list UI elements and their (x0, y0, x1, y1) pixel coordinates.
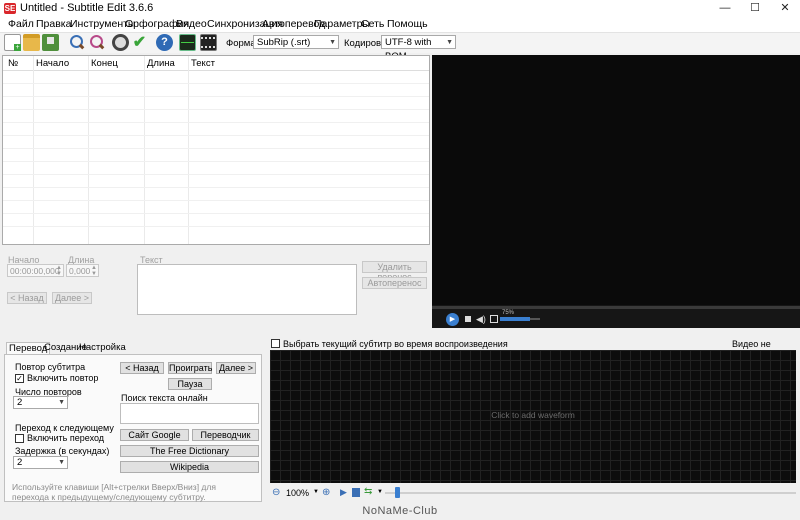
volume-percent: 75% (502, 310, 515, 316)
tab-settings[interactable]: Настройка (77, 342, 128, 354)
auto-break-button[interactable]: Автоперенос (362, 277, 427, 289)
video-seek-bar[interactable] (432, 306, 800, 309)
fullscreen-icon[interactable] (490, 315, 498, 323)
repeat-checkbox[interactable]: ✓ (15, 374, 24, 383)
open-folder-icon[interactable] (23, 34, 40, 51)
google-search-button[interactable]: Сайт Google (120, 429, 189, 441)
menu-help[interactable]: Помощь (387, 18, 428, 30)
column-duration[interactable]: Длина (147, 58, 175, 69)
search-online-input[interactable] (120, 403, 259, 424)
select-current-checkbox[interactable] (271, 339, 280, 348)
chevron-down-icon: ▼ (446, 39, 453, 46)
help-icon[interactable]: ? (156, 34, 173, 51)
duration-field[interactable]: 0,000 ▲ ▼ (66, 264, 99, 277)
select-current-label: Выбрать текущий субтитр во время воспрои… (283, 339, 508, 349)
video-controls: ▶ ◀) 75% (432, 305, 800, 328)
next-group-label: Переход к следующему (15, 423, 114, 433)
spinner-arrows-icon[interactable]: ▲ ▼ (91, 265, 97, 277)
play-selection-icon[interactable]: ▶ (340, 487, 347, 498)
encoding-select[interactable]: UTF-8 with BOM ▼ (381, 35, 456, 62)
delay-value: 2 (17, 457, 23, 468)
grid-icon[interactable] (352, 488, 360, 497)
title-bar: SE Untitled - Subtitle Edit 3.6.6 — ☐ ✕ (0, 0, 800, 17)
repeat-count-value: 2 (17, 397, 23, 408)
delay-label: Задержка (в секундах) (15, 446, 110, 456)
toolbar: + ✔ ? Формат SubRip (.srt) ▼ Кодировка U… (0, 33, 800, 62)
subtitle-list[interactable]: № Начало Конец Длина Текст (2, 55, 430, 245)
column-end[interactable]: Конец (91, 58, 118, 69)
replace-icon[interactable] (88, 34, 105, 51)
subtitle-text-input[interactable] (137, 264, 357, 315)
menu-bar: Файл Правка Инструменты Орфография Видео… (0, 17, 800, 33)
repeat-group-label: Повтор субтитра (15, 362, 86, 372)
status-bar: NoNaMe-Club (0, 505, 800, 520)
waveform-position-slider[interactable] (385, 487, 796, 498)
menu-edit[interactable]: Правка (36, 18, 71, 30)
zoom-in-icon[interactable]: ⊕ (322, 487, 330, 498)
translate-play-button[interactable]: Проиграть (168, 362, 212, 374)
search-online-label: Поиск текста онлайн (121, 393, 208, 403)
spinner-arrows-icon[interactable]: ▲ ▼ (56, 265, 62, 277)
chevron-down-icon[interactable]: ▼ (313, 489, 319, 495)
stop-icon[interactable] (465, 316, 471, 322)
slider-thumb[interactable] (395, 487, 400, 498)
delay-select[interactable]: 2 ▼ (13, 456, 68, 469)
window-title: Untitled - Subtitle Edit 3.6.6 (20, 2, 154, 14)
menu-video[interactable]: Видео (176, 18, 207, 30)
google-translate-button[interactable]: Переводчик (192, 429, 259, 441)
repeat-count-select[interactable]: 2 ▼ (13, 396, 68, 409)
maximize-button[interactable]: ☐ (740, 0, 770, 17)
free-dictionary-button[interactable]: The Free Dictionary (120, 445, 259, 457)
video-player[interactable] (432, 55, 800, 305)
waveform-toggle-icon[interactable] (179, 34, 196, 51)
remove-line-break-button[interactable]: Удалить перенос (362, 261, 427, 282)
save-icon[interactable] (42, 34, 59, 51)
repeat-checkbox-label: Включить повтор (27, 373, 99, 383)
duration-value: 0,000 (69, 266, 91, 276)
chevron-down-icon: ▼ (329, 39, 336, 46)
minimize-button[interactable]: — (710, 0, 740, 17)
column-start[interactable]: Начало (36, 58, 69, 69)
format-select-value: SubRip (.srt) (257, 37, 311, 48)
keyboard-hint: Используйте клавиши [Alt+стрелки Вверх/В… (12, 482, 216, 502)
next-subtitle-button[interactable]: Далее > (52, 292, 92, 304)
subtitle-list-header: № Начало Конец Длина Текст (3, 56, 429, 71)
menu-file[interactable]: Файл (8, 18, 34, 30)
new-file-icon[interactable]: + (4, 34, 21, 51)
video-toggle-icon[interactable] (200, 34, 217, 51)
watermark: NoNaMe-Club (362, 505, 438, 517)
find-icon[interactable] (68, 34, 85, 51)
translate-pause-button[interactable]: Пауза (168, 378, 212, 390)
next-checkbox[interactable] (15, 434, 24, 443)
next-checkbox-label: Включить переход (27, 433, 105, 443)
start-time-field[interactable]: 00:00:00,000 ▲ ▼ (7, 264, 64, 277)
volume-slider[interactable] (500, 317, 540, 321)
volume-icon[interactable]: ◀) (476, 314, 486, 325)
translate-forward-button[interactable]: Далее > (216, 362, 256, 374)
start-time-value: 00:00:00,000 (10, 266, 60, 276)
zoom-level: 100% (286, 488, 310, 498)
play-icon[interactable]: ▶ (446, 313, 459, 326)
format-select[interactable]: SubRip (.srt) ▼ (253, 35, 339, 49)
chevron-down-icon[interactable]: ▼ (377, 489, 383, 495)
translate-back-button[interactable]: < Назад (120, 362, 164, 374)
prev-subtitle-button[interactable]: < Назад (7, 292, 47, 304)
wikipedia-button[interactable]: Wikipedia (120, 461, 259, 473)
chevron-down-icon: ▼ (58, 459, 65, 466)
arrows-icon[interactable]: ⇆ (364, 486, 372, 497)
zoom-out-icon[interactable]: ⊖ (272, 487, 280, 498)
column-text[interactable]: Текст (191, 58, 215, 69)
close-button[interactable]: ✕ (770, 0, 800, 17)
menu-network[interactable]: Сеть (361, 18, 384, 30)
app-logo-icon: SE (4, 3, 16, 14)
waveform-area[interactable]: Click to add waveform (270, 350, 796, 483)
spell-check-icon[interactable]: ✔ (131, 34, 148, 51)
chevron-down-icon: ▼ (58, 399, 65, 406)
visual-sync-icon[interactable] (112, 34, 129, 51)
column-number[interactable]: № (8, 58, 18, 69)
waveform-hint: Click to add waveform (491, 410, 575, 420)
